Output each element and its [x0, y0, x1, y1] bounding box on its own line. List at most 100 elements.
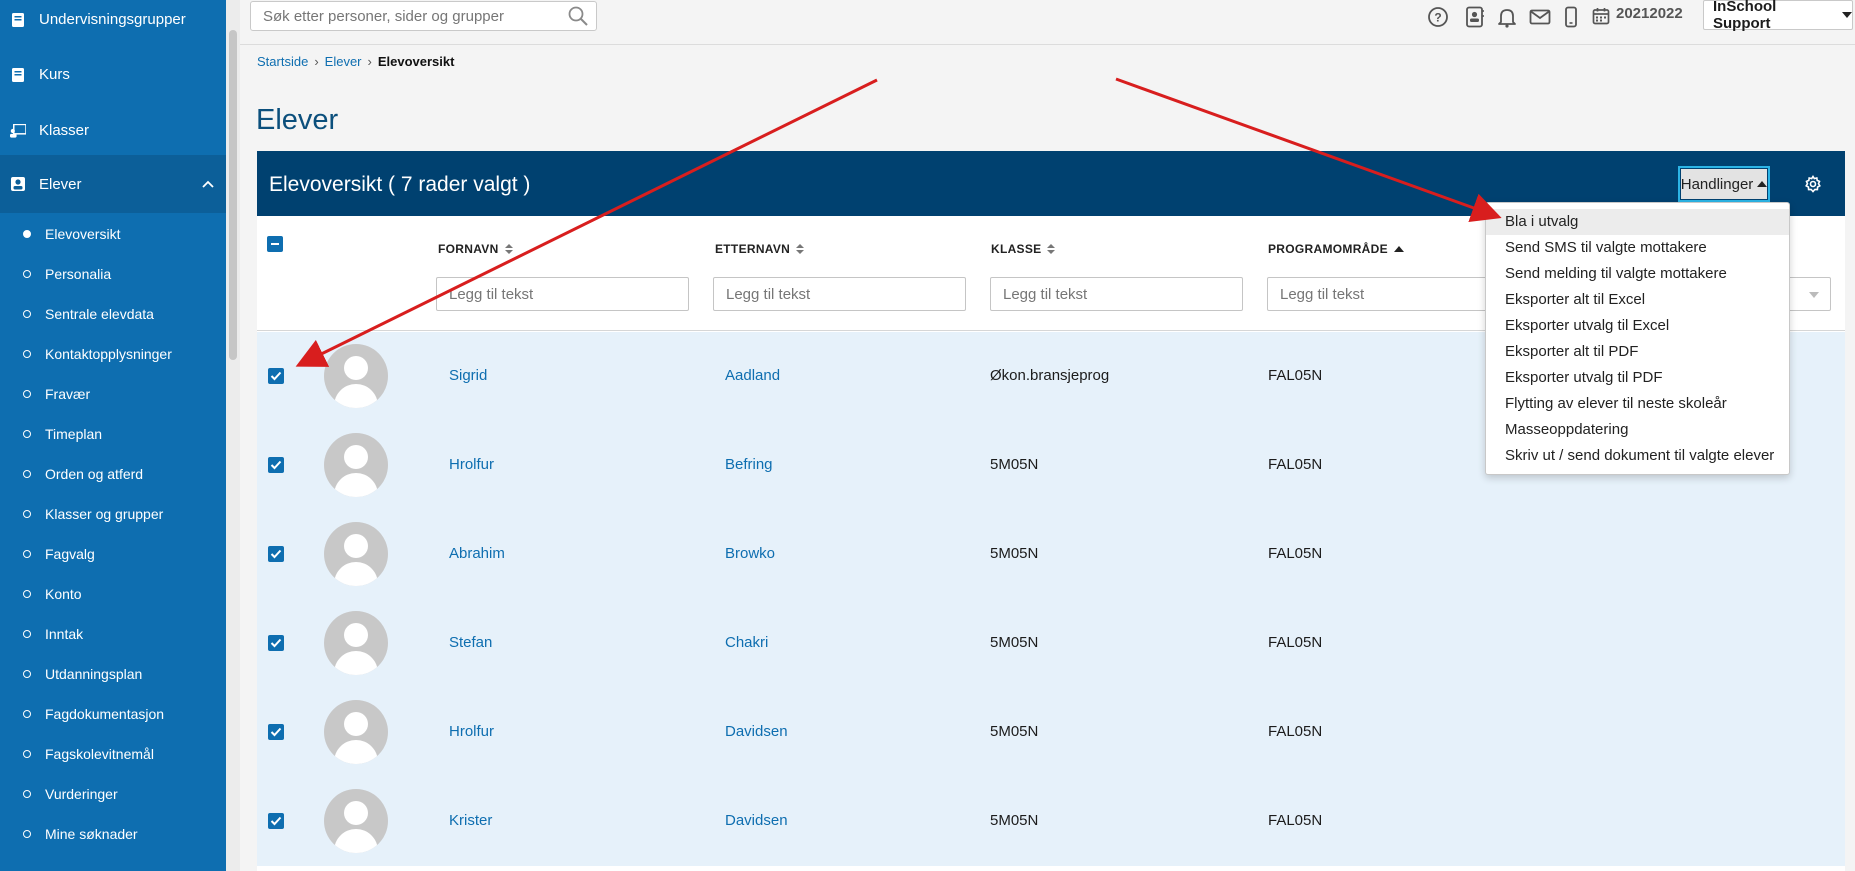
svg-text:?: ? [1434, 11, 1441, 25]
row-checkbox[interactable] [268, 457, 284, 473]
cell-fornavn[interactable]: Hrolfur [449, 723, 494, 740]
sidebar-subitem-fagdokumentasjon[interactable]: Fagdokumentasjon [0, 694, 226, 734]
help-icon[interactable]: ? [1427, 6, 1449, 28]
circle-icon [23, 790, 31, 798]
panel-title: Elevoversikt ( 7 rader valgt ) [269, 173, 531, 196]
column-header-etternavn[interactable]: ETTERNAVN [715, 242, 805, 256]
student-icon [10, 176, 26, 192]
circle-icon [23, 750, 31, 758]
row-checkbox[interactable] [268, 635, 284, 651]
menu-item[interactable]: Send melding til valgte mottakere [1486, 261, 1789, 287]
sidebar-subitem-konto[interactable]: Konto [0, 574, 226, 614]
sidebar-item-label: Klasser [39, 122, 90, 139]
user-menu-label: InSchool Support [1713, 0, 1777, 32]
menu-item[interactable]: Eksporter utvalg til PDF [1486, 365, 1789, 391]
mobile-icon[interactable] [1560, 6, 1582, 28]
sidebar-subitem-timeplan[interactable]: Timeplan [0, 414, 226, 454]
filter-programomrade-input[interactable] [1267, 277, 1520, 311]
sidebar-item-klasser[interactable]: Klasser [0, 103, 226, 158]
user-menu-button[interactable]: InSchool Support [1703, 0, 1853, 32]
actions-button[interactable]: Handlinger [1678, 166, 1770, 202]
select-all-checkbox[interactable] [267, 236, 283, 252]
sidebar-item-label: Kurs [39, 66, 70, 83]
scrollbar-thumb[interactable] [229, 30, 237, 360]
cell-etternavn[interactable]: Befring [725, 456, 773, 473]
sidebar-subitem-personalia[interactable]: Personalia [0, 254, 226, 294]
bell-icon[interactable] [1496, 6, 1518, 28]
search-input[interactable] [250, 1, 597, 31]
sidebar-subitem-inntak[interactable]: Inntak [0, 614, 226, 654]
sidebar-subitem-mine-søknader[interactable]: Mine søknader [0, 814, 226, 854]
table-row[interactable]: Krister Davidsen 5M05N FAL05N [257, 777, 1845, 867]
sidebar-subitem-label: Mine søknader [45, 826, 138, 842]
sidebar-subitem-klasser-og-grupper[interactable]: Klasser og grupper [0, 494, 226, 534]
mail-icon[interactable] [1529, 6, 1551, 28]
menu-item[interactable]: Masseoppdatering [1486, 417, 1789, 443]
cell-fornavn[interactable]: Sigrid [449, 367, 487, 384]
breadcrumb-startside[interactable]: Startside [257, 54, 308, 69]
sidebar-subitem-fravær[interactable]: Fravær [0, 374, 226, 414]
cell-fornavn[interactable]: Stefan [449, 634, 492, 651]
sidebar-subitem-orden-og-atferd[interactable]: Orden og atferd [0, 454, 226, 494]
filter-etternavn-input[interactable] [713, 277, 966, 311]
row-checkbox[interactable] [268, 546, 284, 562]
breadcrumb-elever[interactable]: Elever [325, 54, 362, 69]
sidebar-subitem-fagskolevitnemål[interactable]: Fagskolevitnemål [0, 734, 226, 774]
sidebar-subitem-sentrale-elevdata[interactable]: Sentrale elevdata [0, 294, 226, 334]
sidebar-item-label: Elever [39, 175, 82, 193]
row-checkbox[interactable] [268, 724, 284, 740]
menu-item[interactable]: Eksporter alt til Excel [1486, 287, 1789, 313]
sidebar-subitem-vurderinger[interactable]: Vurderinger [0, 774, 226, 814]
circle-icon [23, 510, 31, 518]
filter-fornavn-input[interactable] [436, 277, 689, 311]
contact-card-icon[interactable] [1464, 6, 1486, 28]
cell-etternavn[interactable]: Davidsen [725, 723, 788, 740]
sidebar-subitem-label: Timeplan [45, 426, 103, 442]
cell-fornavn[interactable]: Hrolfur [449, 456, 494, 473]
breadcrumb-current: Elevoversikt [377, 54, 455, 69]
breadcrumb: Startside › Elever › Elevoversikt [257, 54, 454, 69]
cell-etternavn[interactable]: Browko [725, 545, 775, 562]
table-row[interactable]: Abrahim Browko 5M05N FAL05N [257, 510, 1845, 600]
filter-klasse-input[interactable] [990, 277, 1243, 311]
cell-fornavn[interactable]: Krister [449, 812, 492, 829]
cell-fornavn[interactable]: Abrahim [449, 545, 505, 562]
column-header-programomrade[interactable]: PROGRAMOMRÅDE [1268, 242, 1404, 256]
gear-icon[interactable] [1804, 174, 1822, 198]
table-row[interactable]: Stefan Chakri 5M05N FAL05N [257, 599, 1845, 689]
sidebar-item-kurs[interactable]: Kurs [0, 47, 226, 102]
search-icon[interactable] [568, 6, 588, 31]
menu-item[interactable]: Bla i utvalg [1486, 209, 1789, 235]
cell-etternavn[interactable]: Davidsen [725, 812, 788, 829]
sidebar-item-elever[interactable]: Elever [0, 155, 226, 213]
sidebar-subitem-kontaktopplysninger[interactable]: Kontaktopplysninger [0, 334, 226, 374]
sidebar-subitem-utdanningsplan[interactable]: Utdanningsplan [0, 654, 226, 694]
sidebar-subitem-fagvalg[interactable]: Fagvalg [0, 534, 226, 574]
sidebar-item-undervisningsgrupper[interactable]: Undervisningsgrupper [0, 0, 226, 47]
circle-icon [23, 350, 31, 358]
table-row[interactable]: Hrolfur Davidsen 5M05N FAL05N [257, 688, 1845, 778]
row-checkbox[interactable] [268, 368, 284, 384]
menu-item[interactable]: Flytting av elever til neste skoleår [1486, 391, 1789, 417]
menu-item[interactable]: Eksporter alt til PDF [1486, 339, 1789, 365]
menu-item[interactable]: Skriv ut / send dokument til valgte elev… [1486, 443, 1789, 469]
circle-icon [23, 550, 31, 558]
avatar [324, 522, 388, 586]
cell-etternavn[interactable]: Chakri [725, 634, 768, 651]
cell-etternavn[interactable]: Aadland [725, 367, 780, 384]
sidebar-scrollbar[interactable] [226, 0, 240, 871]
chevron-down-icon [1809, 292, 1819, 298]
cell-programomrade: FAL05N [1268, 545, 1323, 562]
menu-item[interactable]: Eksporter utvalg til Excel [1486, 313, 1789, 339]
column-header-klasse[interactable]: KLASSE [991, 242, 1056, 256]
sidebar-subitem-elevoversikt[interactable]: Elevoversikt [0, 214, 226, 254]
sidebar-subitem-label: Konto [45, 586, 82, 602]
menu-item[interactable]: Send SMS til valgte mottakere [1486, 235, 1789, 261]
row-checkbox[interactable] [268, 813, 284, 829]
column-header-fornavn[interactable]: FORNAVN [438, 242, 513, 256]
cell-klasse: 5M05N [990, 456, 1039, 473]
calendar-icon[interactable] [1592, 7, 1610, 29]
sort-icon [1047, 244, 1056, 254]
school-year[interactable]: 20212022 [1616, 5, 1683, 22]
sidebar-subitem-label: Fagskolevitnemål [45, 746, 154, 762]
